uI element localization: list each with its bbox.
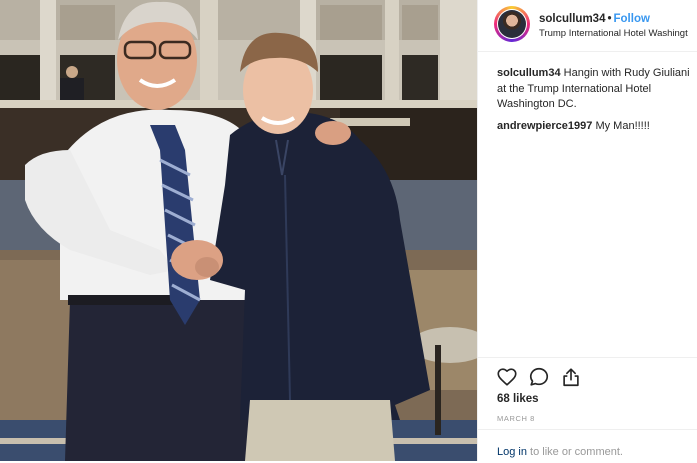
separator-dot: •	[607, 13, 612, 25]
author-username-link[interactable]: solcullum34	[539, 13, 605, 25]
heart-icon[interactable]	[496, 366, 518, 388]
like-count[interactable]: 68 likes	[497, 393, 539, 405]
comment-text: My Man!!!!!	[595, 119, 650, 132]
avatar-image	[498, 10, 526, 38]
post-photo[interactable]	[0, 0, 477, 461]
photo-image	[0, 0, 477, 461]
comment-username-link[interactable]: solcullum34	[497, 67, 561, 79]
login-suffix: to like or comment.	[526, 446, 623, 458]
comments-list: solcullum34 Hangin with Rudy Giuliani at…	[497, 66, 697, 140]
post-sidebar: solcullum34 • Follow Trump International H…	[477, 0, 697, 461]
follow-button[interactable]: Follow	[614, 13, 650, 25]
login-prompt: Log in to like or comment.	[478, 429, 697, 463]
post-date: MARCH 8	[497, 414, 535, 423]
post-header: solcullum34 • Follow Trump International H…	[478, 0, 697, 52]
login-text: Log in to like or comment.	[497, 446, 623, 458]
comment-username-link[interactable]: andrewpierce1997	[497, 120, 592, 132]
post-actions: 68 likes MARCH 8 Log in to like or comme…	[478, 357, 697, 462]
comment-caption: solcullum34 Hangin with Rudy Giuliani at…	[497, 66, 697, 113]
location-link[interactable]: Trump International Hotel Washingt	[539, 28, 688, 39]
comment-icon[interactable]	[528, 366, 550, 388]
avatar-photo	[497, 9, 527, 39]
comment-reply: andrewpierce1997 My Man!!!!!	[497, 119, 697, 135]
login-link[interactable]: Log in	[497, 446, 527, 458]
avatar[interactable]	[494, 6, 530, 42]
share-icon[interactable]	[560, 366, 582, 388]
post-author: solcullum34 • Follow	[539, 13, 650, 25]
